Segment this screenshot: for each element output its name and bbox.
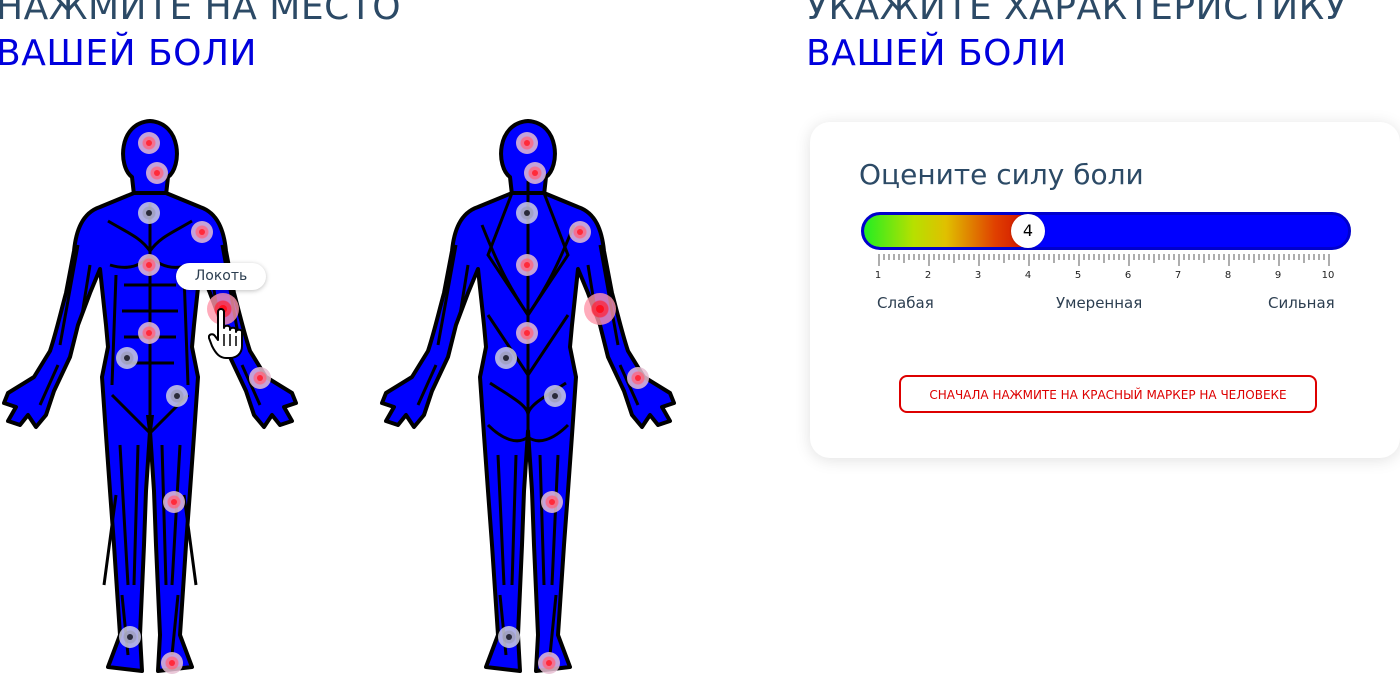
pain-intensity-title: Оцените силу боли	[859, 158, 1144, 191]
scale-tick-label: 7	[1174, 270, 1182, 281]
pain-marker-back-lower[interactable]	[516, 322, 538, 344]
pain-marker-wrist[interactable]	[249, 367, 271, 389]
pain-marker-back-upper[interactable]	[516, 254, 538, 276]
scale-tick-label: 9	[1274, 270, 1282, 281]
range-label-mid: Умеренная	[1056, 294, 1143, 312]
pain-marker-hip[interactable]	[116, 347, 138, 369]
pain-intensity-card: Оцените силу боли 4 1 2 3 4 5 6 7 8 9 10 Слабая У…	[810, 122, 1400, 458]
range-label-low: Слабая	[877, 294, 934, 312]
scale-tick-label: 10	[1321, 270, 1335, 281]
pain-marker-back-neck[interactable]	[516, 202, 538, 224]
back-body-figure	[380, 119, 676, 673]
scale-tick-label: 3	[974, 270, 982, 281]
pain-slider-thumb[interactable]: 4	[1011, 214, 1045, 248]
pain-marker-foot[interactable]	[161, 652, 183, 674]
select-marker-button[interactable]: СНАЧАЛА НАЖМИТЕ НА КРАСНЫЙ МАРКЕР НА ЧЕЛ…	[899, 375, 1317, 413]
pain-marker-back-shoulder[interactable]	[569, 221, 591, 243]
heading-line-1: НАЖМИТЕ НА МЕСТО	[0, 0, 402, 28]
range-label-high: Сильная	[1268, 294, 1335, 312]
pain-marker-abdomen[interactable]	[138, 322, 160, 344]
pain-marker-head[interactable]	[138, 132, 160, 154]
scale-tick-label: 4	[1024, 270, 1032, 281]
body-map-heading: НАЖМИТЕ НА МЕСТО ВАШЕЙ БОЛИ	[0, 0, 401, 77]
pain-marker-back-thigh[interactable]	[544, 385, 566, 407]
pain-marker-jaw[interactable]	[146, 162, 168, 184]
marker-tooltip: Локоть	[176, 263, 266, 290]
scale-tick-label: 1	[874, 270, 882, 281]
pain-marker-ankle[interactable]	[119, 626, 141, 648]
front-body-figure	[2, 119, 298, 673]
scale-tick-label: 6	[1124, 270, 1132, 281]
pain-marker-back-knee[interactable]	[541, 491, 563, 513]
pain-marker-back-hip[interactable]	[495, 347, 517, 369]
pain-marker-back-foot[interactable]	[538, 652, 560, 674]
scale-tick-label: 5	[1074, 270, 1082, 281]
pain-scale-ticks	[878, 254, 1330, 266]
scale-tick-label: 2	[924, 270, 932, 281]
pain-marker-back-elbow[interactable]	[584, 293, 616, 325]
scale-tick-label: 8	[1224, 270, 1232, 281]
characteristics-heading: УКАЖИТЕ ХАРАКТЕРИСТИКУ ВАШЕЙ БОЛИ	[806, 0, 1347, 77]
pain-marker-back-neck-upper[interactable]	[524, 162, 546, 184]
hand-pointer-icon	[208, 308, 243, 359]
pain-marker-neck[interactable]	[138, 202, 160, 224]
pain-marker-back-ankle[interactable]	[498, 626, 520, 648]
pain-slider-fill	[864, 215, 1028, 247]
pain-marker-back-head[interactable]	[516, 132, 538, 154]
pain-marker-knee[interactable]	[163, 491, 185, 513]
heading-line-2: ВАШЕЙ БОЛИ	[806, 33, 1067, 74]
pain-marker-back-wrist[interactable]	[627, 367, 649, 389]
heading-line-1: УКАЖИТЕ ХАРАКТЕРИСТИКУ	[806, 0, 1348, 28]
pain-slider-track[interactable]	[861, 212, 1351, 250]
heading-line-2: ВАШЕЙ БОЛИ	[0, 33, 257, 74]
pain-marker-thigh[interactable]	[166, 385, 188, 407]
pain-marker-shoulder[interactable]	[191, 221, 213, 243]
pain-marker-chest[interactable]	[138, 254, 160, 276]
